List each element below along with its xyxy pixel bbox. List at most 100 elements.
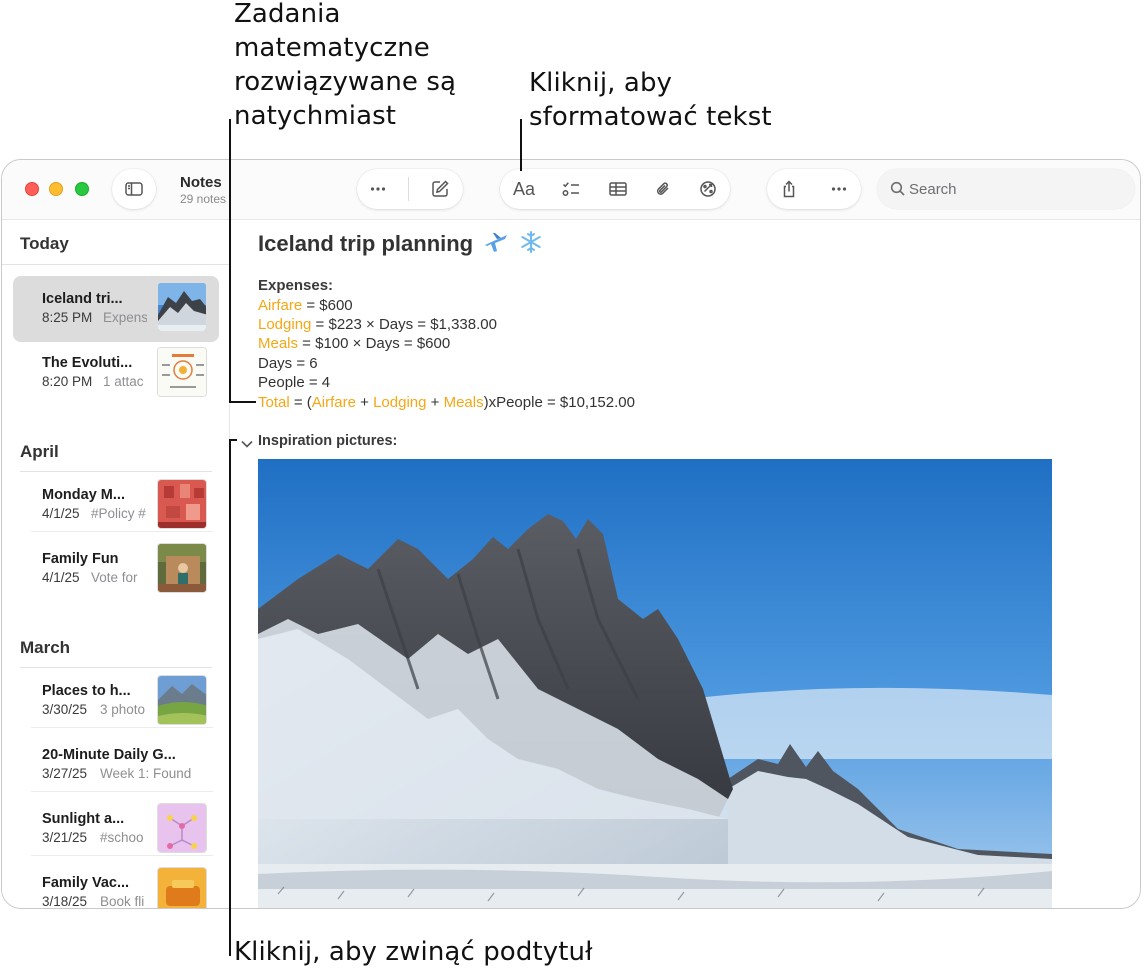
toolbar: Notes 29 notes Aa Search [2, 160, 1140, 220]
share-button[interactable] [769, 169, 809, 209]
note-date: 4/1/25 [42, 570, 80, 585]
note-count: 29 notes [180, 192, 227, 206]
variable-total: Total [258, 394, 290, 411]
row-divider [31, 727, 213, 728]
callout-format-text: Kliknij, aby sformatować tekst [529, 68, 772, 132]
note-title: Iceland tri... [42, 291, 123, 307]
notes-window: Notes 29 notes Aa Search Today Iceland t… [1, 159, 1141, 909]
note-date: 8:25 PM [42, 310, 93, 325]
note-title[interactable]: Sunlight a... [42, 811, 124, 827]
note-title[interactable]: Family Vac... [42, 875, 129, 891]
airplane-icon [483, 230, 509, 260]
note-date: 3/30/25 [42, 702, 88, 717]
checklist-button[interactable] [551, 169, 591, 209]
compose-button[interactable] [420, 169, 460, 209]
row-divider [31, 855, 213, 856]
variable-airfare: Airfare [258, 297, 303, 314]
variable-meals: Meals [258, 335, 299, 352]
note-thumbnail-diagram [157, 347, 207, 397]
note-thumbnail-orange-object [157, 867, 207, 908]
total-expression: = ( [289, 394, 312, 411]
note-title[interactable]: Places to h... [42, 683, 131, 699]
search-placeholder: Search [909, 181, 957, 198]
lodging-line: Lodging = $223 × Days = $1,338.00 [258, 316, 497, 333]
checklist-icon [562, 182, 579, 196]
note-title-heading: Iceland trip planning [258, 230, 543, 260]
table-icon [609, 182, 627, 196]
table-button[interactable] [598, 169, 638, 209]
leader-line-math-tick [229, 401, 256, 403]
attachment-button[interactable] [643, 169, 683, 209]
note-title[interactable]: 20-Minute Daily G... [42, 747, 176, 763]
leader-line-format [520, 119, 522, 171]
section-header-march: March [20, 638, 71, 657]
collaborate-button[interactable] [688, 169, 728, 209]
note-title[interactable]: Family Fun [42, 551, 119, 567]
share-icon [783, 180, 795, 198]
note-preview: 3 photo [100, 702, 146, 717]
airfare-expression: = $600 [302, 297, 353, 314]
zoom-window-button[interactable] [75, 182, 89, 196]
note-date: 4/1/25 [42, 506, 80, 521]
leader-line-collapse [229, 439, 231, 956]
variable-meals: Meals [443, 394, 484, 411]
collapse-chevron-icon[interactable] [240, 437, 254, 451]
note-date: 3/21/25 [42, 830, 88, 845]
sidebar-toggle-button[interactable] [114, 169, 154, 209]
airfare-line: Airfare = $600 [258, 297, 353, 314]
variable-lodging: Lodging [373, 394, 427, 411]
attachment-icon [656, 182, 669, 195]
note-preview: Week 1: Found [100, 766, 192, 781]
note-thumbnail-family-photo [157, 543, 207, 593]
note-thumbnail-molecule [157, 803, 207, 853]
text-format-icon: Aa [512, 178, 536, 199]
app-title: Notes [180, 174, 222, 191]
meals-expression: = $100 × Days = $600 [298, 335, 451, 352]
close-window-button[interactable] [25, 182, 39, 196]
note-date: 8:20 PM [42, 374, 93, 389]
list-more-button[interactable] [358, 169, 398, 209]
total-line: Total = (Airfare + Lodging + Meals)xPeop… [258, 394, 635, 411]
note-preview: #schoo [100, 830, 144, 845]
note-date: 3/27/25 [42, 766, 88, 781]
note-editor[interactable]: Iceland trip planning Expenses: Airfare … [230, 220, 1140, 908]
days-line: Days = 6 [258, 355, 318, 372]
row-divider [31, 531, 213, 532]
compose-icon [432, 180, 449, 197]
note-title[interactable]: Monday M... [42, 487, 125, 503]
note-preview: Book fli [100, 894, 145, 909]
section-divider [20, 471, 212, 472]
section-header-today: Today [20, 234, 69, 253]
inspiration-photo-mountain[interactable] [258, 459, 1052, 908]
note-preview: 1 attac [103, 374, 144, 389]
people-line: People = 4 [258, 374, 331, 391]
meals-line: Meals = $100 × Days = $600 [258, 335, 450, 352]
row-divider [31, 791, 213, 792]
sidebar-toggle-icon [125, 182, 143, 196]
search-field[interactable]: Search [877, 169, 1135, 209]
callout-math-results: Zadania matematyczne rozwiązywane są nat… [234, 0, 457, 131]
leader-line-collapse-tick [229, 439, 237, 441]
section-divider [20, 667, 212, 668]
lodging-expression: = $223 × Days = $1,338.00 [311, 316, 497, 333]
note-preview: Vote for [91, 570, 138, 585]
text-format-button[interactable]: Aa [504, 169, 544, 209]
minimize-window-button[interactable] [49, 182, 63, 196]
snowflake-icon [519, 230, 543, 260]
note-more-button[interactable] [819, 169, 859, 209]
note-preview: #Policy # [91, 506, 146, 521]
expenses-heading: Expenses: [258, 277, 334, 294]
section-divider [2, 264, 229, 265]
notes-list-sidebar: Today Iceland tri... 8:25 PM Expens The … [2, 220, 230, 909]
note-title[interactable]: The Evoluti... [42, 355, 132, 371]
section-header-april: April [20, 442, 59, 461]
search-icon [890, 181, 905, 196]
toolbar-divider [408, 177, 409, 201]
more-icon [370, 187, 386, 191]
plus-operator: + [355, 394, 374, 411]
subheading-inspiration: Inspiration pictures: [258, 433, 398, 449]
total-result: )xPeople = $10,152.00 [483, 394, 635, 411]
note-date: 3/18/25 [42, 894, 88, 909]
callout-collapse-subheading: Kliknij, aby zwinąć podtytuł [234, 937, 593, 967]
note-thumbnail-landscape [157, 675, 207, 725]
